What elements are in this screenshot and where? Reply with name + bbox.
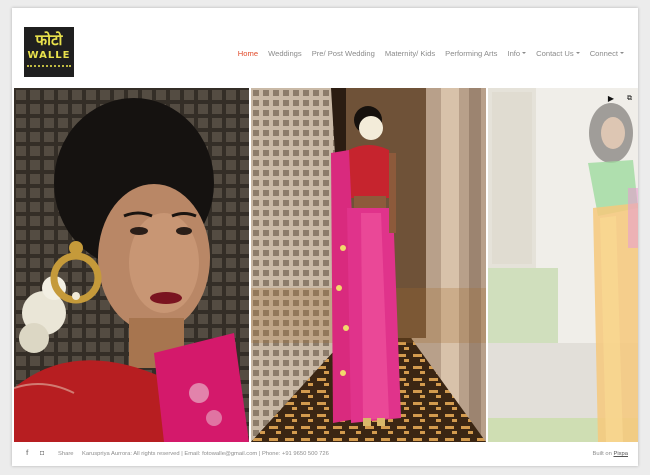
share-link[interactable]: Share: [58, 451, 73, 457]
slide-photo-portrait: [14, 88, 249, 442]
nav-item-pre-post-wedding[interactable]: Pre/ Post Wedding: [312, 49, 375, 58]
nav-item-performing-arts[interactable]: Performing Arts: [445, 49, 497, 58]
built-on-text: Built on Pixpa: [592, 451, 628, 457]
copyright-contact-text: Karuspriya Aurrora: All rights reserved …: [82, 451, 329, 457]
chevron-down-icon: [522, 52, 527, 54]
pixpa-link[interactable]: Pixpa: [613, 451, 628, 457]
chevron-down-icon: [575, 52, 580, 54]
corridor-image: [251, 88, 486, 442]
main-nav: Home Weddings Pre/ Post Wedding Maternit…: [238, 46, 624, 60]
yellow-saree-image: [488, 88, 638, 442]
nav-item-connect[interactable]: Connect: [590, 49, 624, 58]
portrait-image: [14, 88, 249, 442]
nav-item-weddings[interactable]: Weddings: [268, 49, 302, 58]
chevron-down-icon: [620, 52, 624, 54]
play-icon[interactable]: ▶: [608, 94, 614, 103]
instagram-icon[interactable]: ◘: [40, 450, 44, 457]
logo-devanagari: फोटो: [35, 31, 63, 49]
site-footer: f ◘ Share Karuspriya Aurrora: All rights…: [12, 442, 638, 466]
logo-tagline-mark: [27, 65, 71, 69]
nav-item-info[interactable]: Info: [507, 49, 527, 58]
slide-photo-yellow-saree: ▶ ⧉: [488, 88, 638, 442]
gallery-icon[interactable]: ⧉: [627, 95, 632, 103]
nav-item-maternity-kids[interactable]: Maternity/ Kids: [385, 49, 435, 58]
nav-item-home[interactable]: Home: [238, 49, 258, 58]
site-logo[interactable]: फोटो WALLE: [24, 27, 74, 77]
page-frame: फोटो WALLE Home Weddings Pre/ Post Weddi…: [12, 8, 638, 466]
facebook-icon[interactable]: f: [26, 450, 28, 457]
logo-latin: WALLE: [27, 50, 71, 61]
photo-slideshow[interactable]: ▶ ⧉: [14, 88, 638, 442]
nav-item-contact-us[interactable]: Contact Us: [536, 49, 580, 58]
slide-photo-corridor: [251, 88, 486, 442]
